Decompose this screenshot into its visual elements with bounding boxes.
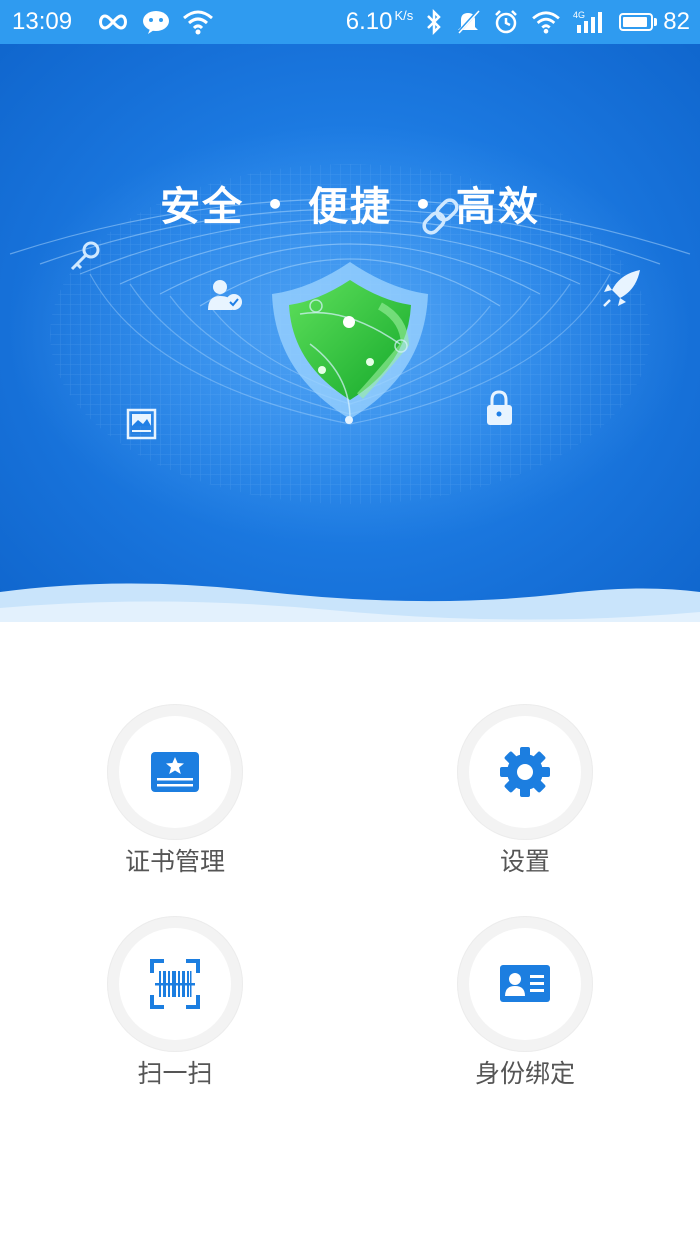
mute-bell-icon [457, 9, 480, 35]
wechat-icon [143, 11, 169, 34]
slogan-word-1: 安全 [160, 184, 245, 230]
menu-icon-ring [107, 704, 243, 840]
menu-label-scan: 扫一扫 [137, 1059, 213, 1088]
menu-icon-ring [457, 704, 593, 840]
menu-item-identity-binding[interactable]: 身份绑定 [415, 916, 635, 1090]
status-time: 13:09 [12, 8, 73, 35]
battery-level: 82 [663, 8, 690, 35]
menu-icon-ring [457, 916, 593, 1052]
certificate-icon [151, 752, 199, 792]
status-left-icons [96, 8, 214, 36]
menu-label-certificate: 证书管理 [124, 847, 225, 876]
battery-indicator: 82 [619, 8, 690, 36]
slogan-word-2: 便捷 [308, 184, 392, 230]
barcode-scan-icon [150, 959, 200, 1009]
alarm-icon [495, 10, 518, 34]
menu-item-scan[interactable]: 扫一扫 [65, 916, 285, 1090]
bluetooth-icon [427, 9, 442, 35]
menu-item-certificate[interactable]: 证书管理 [65, 704, 285, 878]
menu-icon-ring [107, 916, 243, 1052]
hero-slogan: 安全 • 便捷 • 高效 [0, 174, 700, 232]
hero-banner: 安全 • 便捷 • 高效 [0, 44, 700, 630]
network-speed-value: 6.10 [345, 8, 393, 35]
menu-item-settings[interactable]: 设置 [415, 704, 635, 878]
status-bar: 13:09 6.10 K/s 4G 82 [0, 0, 700, 44]
id-card-icon [500, 965, 550, 1002]
signal-4g-icon: 4G [573, 10, 603, 33]
svg-text:4G: 4G [573, 10, 585, 20]
menu-label-identity-binding: 身份绑定 [474, 1059, 575, 1088]
battery-icon [619, 13, 654, 31]
wifi-icon [183, 10, 213, 35]
status-right: 6.10 K/s 4G 82 [346, 6, 690, 38]
network-speed-unit: K/s [394, 8, 414, 23]
hero-background [0, 124, 700, 630]
wifi-icon [532, 11, 561, 34]
infinity-icon [99, 14, 127, 30]
slogan-word-3: 高效 [455, 184, 540, 230]
menu-label-settings: 设置 [499, 847, 550, 876]
slogan-separator-1: • [266, 187, 286, 221]
slogan-separator-2: • [414, 187, 434, 221]
gear-icon [500, 747, 550, 797]
network-speed: 6.10 K/s [346, 8, 414, 36]
